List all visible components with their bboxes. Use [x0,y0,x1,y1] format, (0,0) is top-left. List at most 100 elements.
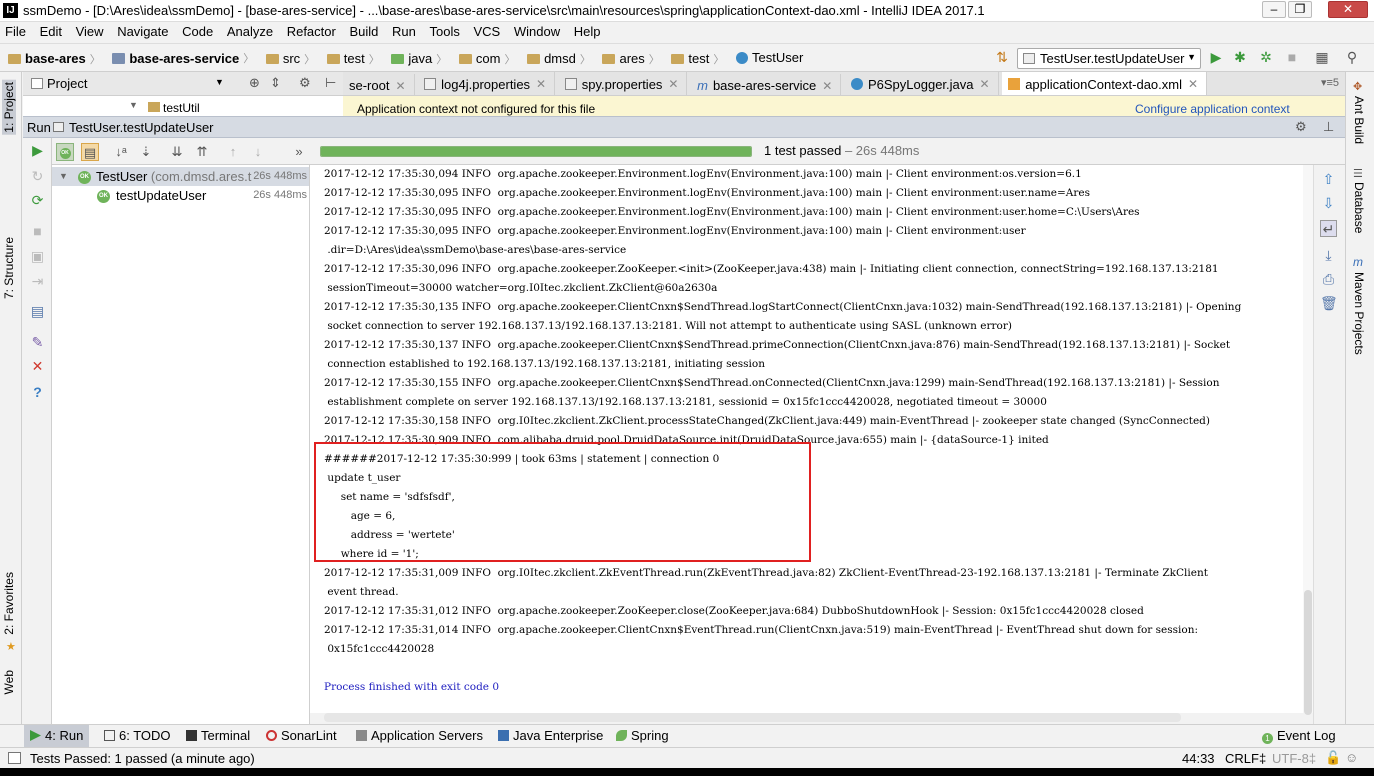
sort-duration-icon[interactable]: ⇣ [137,143,155,161]
menu-help[interactable]: Help [569,22,606,43]
tab-maven-projects[interactable]: Maven Projects [1352,272,1366,355]
exit-icon[interactable]: ⇥ [29,273,46,290]
menu-window[interactable]: Window [509,22,565,43]
lock-icon[interactable]: 🔓 [1325,750,1341,766]
previous-icon[interactable]: ↑ [224,143,242,161]
layout-icon[interactable]: ▤ [29,303,46,320]
stop-icon[interactable]: ■ [29,223,46,240]
tab-run[interactable]: 4: Run [24,725,90,748]
hide-icon[interactable]: ⊢ [325,75,336,91]
project-structure-icon[interactable]: ▦ [1314,49,1330,65]
console-horizontal-scrollbar[interactable] [324,713,1181,722]
stop-icon[interactable]: ■ [1284,49,1300,65]
help-icon[interactable]: ? [29,384,46,401]
menu-vcs[interactable]: VCS [468,22,505,43]
tab-ant-build[interactable]: Ant Build [1352,96,1366,144]
tab-terminal[interactable]: Terminal [180,725,256,748]
target-icon[interactable]: ⊕ [249,75,260,91]
tab-java-enterprise[interactable]: Java Enterprise [492,725,609,748]
tab-web[interactable]: Web [2,670,16,694]
line-separator[interactable]: CRLF‡ [1225,751,1266,766]
breadcrumb-item[interactable]: test 〉 [326,45,388,72]
breadcrumb-item[interactable]: base-ares-service 〉 [112,45,262,72]
tab-favorites[interactable]: 2: Favorites [2,572,16,635]
project-panel-title[interactable]: Project [47,76,87,91]
maximize-button[interactable]: ❐ [1288,1,1312,18]
breadcrumb-item[interactable]: java 〉 [391,45,455,72]
sort-icon[interactable]: ⇅ [994,49,1010,65]
run-config-name[interactable]: TestUser.testUpdateUser [69,120,214,135]
menu-build[interactable]: Build [344,22,383,43]
debug-icon[interactable]: ✱ [1232,49,1248,65]
tree-row-test[interactable]: OK testUpdateUser 26s 448ms [52,186,309,205]
menu-code[interactable]: Code [177,22,218,43]
chevron-down-icon[interactable]: ▼ [215,77,224,87]
show-passed-icon[interactable]: OK [56,143,74,161]
tool-windows-icon[interactable] [8,752,21,764]
tab-event-log[interactable]: 1 Event Log [1256,725,1342,748]
close-tab-icon[interactable]: ✕ [536,77,546,91]
editor-tab[interactable]: P6SpyLogger.java ✕ [844,72,999,95]
close-tab-icon[interactable]: ✕ [822,79,832,93]
collapse-icon[interactable]: ⇕ [270,75,281,91]
collapse-all-icon[interactable]: ⇈ [193,143,211,161]
tab-spring[interactable]: Spring [610,725,675,748]
more-icon[interactable]: » [290,143,308,161]
tab-list-icon[interactable]: ▾≡5 [1321,76,1339,89]
menu-view[interactable]: View [71,22,109,43]
breadcrumb-item[interactable]: TestUser [736,44,807,71]
tab-database[interactable]: Database [1352,182,1366,233]
inspector-icon[interactable]: ☺ [1345,750,1358,765]
search-icon[interactable]: ⚲ [1344,49,1360,65]
show-ignored-icon[interactable]: ▤ [81,143,99,161]
sort-alpha-icon[interactable]: ↓ᵃ [112,143,130,161]
soft-wrap-icon[interactable]: ↵ [1320,220,1337,237]
breadcrumb-item[interactable]: ares 〉 [602,45,667,72]
tab-todo[interactable]: 6: TODO [98,725,177,748]
arrow-down-icon[interactable]: ⇩ [1320,195,1337,212]
close-tab-icon[interactable]: ✕ [1188,77,1198,91]
hide-icon[interactable]: ⊥ [1323,119,1334,135]
breadcrumb-item[interactable]: test 〉 [671,45,732,72]
close-tab-icon[interactable]: ✕ [395,79,405,93]
scroll-to-end-icon[interactable]: ⤓ [1320,247,1337,264]
console-vertical-scrollbar[interactable] [1304,590,1312,715]
expand-all-icon[interactable]: ⇊ [168,143,186,161]
menu-tools[interactable]: Tools [425,22,465,43]
caret-position[interactable]: 44:33 [1182,751,1215,766]
close-button[interactable]: ✕ [1328,1,1368,18]
toggle-auto-test-icon[interactable]: ⟳ [29,192,46,209]
breadcrumb-item[interactable]: com 〉 [458,45,524,72]
gear-icon[interactable]: ⚙ [1295,119,1307,135]
editor-tab[interactable]: se-root ✕ [343,73,415,95]
configure-context-link[interactable]: Configure application context [1135,102,1290,116]
menu-navigate[interactable]: Navigate [112,22,173,43]
menu-run[interactable]: Run [387,22,421,43]
coverage-icon[interactable]: ✲ [1258,49,1274,65]
menu-file[interactable]: File [0,22,31,43]
print-icon[interactable]: ⎙ [1320,271,1337,288]
pin-icon[interactable]: ✎ [29,334,46,351]
dump-threads-icon[interactable]: ▣ [29,248,46,265]
editor-tab[interactable]: spy.properties ✕ [558,72,688,95]
rerun-failed-icon[interactable]: ↻ [29,168,46,185]
breadcrumb-item[interactable]: dmsd 〉 [527,45,599,72]
tab-application-servers[interactable]: Application Servers [350,725,489,748]
tree-row-suite[interactable]: ▼ OK TestUser (com.dmsd.ares.t 26s 448ms [52,167,309,186]
tab-structure[interactable]: 7: Structure [2,237,16,299]
clear-all-icon[interactable]: 🗑 [1320,295,1338,312]
close-icon[interactable]: ✕ [29,358,46,375]
menu-refactor[interactable]: Refactor [282,22,341,43]
breadcrumb-item[interactable]: base-ares 〉 [8,45,109,72]
editor-tab[interactable]: log4j.properties ✕ [418,72,556,95]
tab-sonarlint[interactable]: SonarLint [260,725,343,748]
tree-node[interactable]: testUtil [163,101,200,115]
chevron-down-icon[interactable]: ▼ [59,167,68,186]
run-icon[interactable]: ▶ [1208,49,1224,65]
next-icon[interactable]: ↓ [249,143,267,161]
close-tab-icon[interactable]: ✕ [668,77,678,91]
editor-tab-active[interactable]: applicationContext-dao.xml ✕ [1002,72,1208,95]
console-output[interactable]: 2017-12-12 17:35:30,094 INFO org.apache.… [310,165,1313,713]
file-encoding[interactable]: UTF-8‡ [1272,751,1316,766]
run-config-select[interactable]: TestUser.testUpdateUser ▼ [1017,48,1201,69]
